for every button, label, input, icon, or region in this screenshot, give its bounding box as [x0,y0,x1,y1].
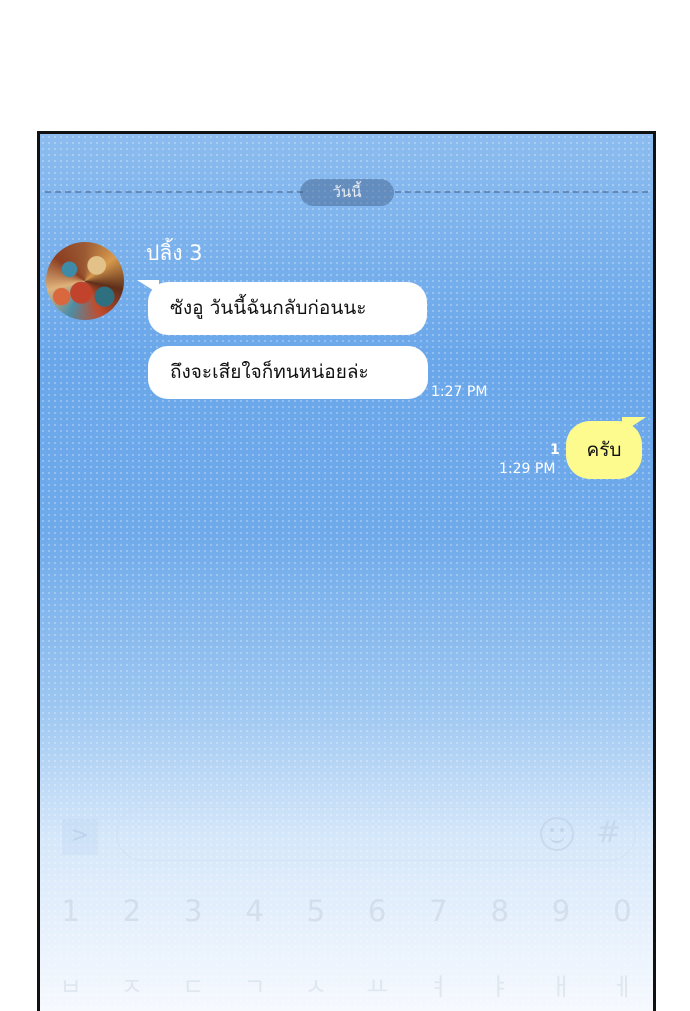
key-8[interactable]: 8 [469,894,530,928]
read-count: 1 [550,442,560,458]
key-9[interactable]: 9 [530,894,591,928]
key-char-6[interactable]: ㅛ [346,967,407,1002]
key-char-7[interactable]: ㅕ [408,967,469,1002]
date-divider-line-left [45,191,303,193]
key-char-8[interactable]: ㅑ [469,967,530,1002]
key-char-2[interactable]: ㅈ [101,967,162,1002]
key-3[interactable]: 3 [163,894,224,928]
key-char-5[interactable]: ㅅ [285,967,346,1002]
keyboard-number-row: 1 2 3 4 5 6 7 8 9 0 [40,894,653,928]
key-char-10[interactable]: ㅔ [592,967,653,1002]
key-0[interactable]: 0 [592,894,653,928]
key-7[interactable]: 7 [408,894,469,928]
chat-screen: วันนี้ ปลิ้ง 3 ซังอู วันนี้ฉันกลับก่อนนะ… [37,131,656,1011]
emoji-icon[interactable] [540,817,574,851]
key-4[interactable]: 4 [224,894,285,928]
outgoing-message[interactable]: ครับ [566,421,642,479]
key-char-9[interactable]: ㅐ [530,967,591,1002]
incoming-timestamp: 1:27 PM [431,384,488,400]
message-input-bar: > # [40,799,653,869]
hashtag-icon[interactable]: # [596,813,621,853]
keyboard-letter-row: ㅂ ㅈ ㄷ ㄱ ㅅ ㅛ ㅕ ㅑ ㅐ ㅔ [40,967,653,1002]
key-char-1[interactable]: ㅂ [40,967,101,1002]
send-icon[interactable]: > [62,819,98,855]
date-divider-label: วันนี้ [300,179,394,206]
incoming-message-2[interactable]: ถึงจะเสียใจก็ทนหน่อยล่ะ [148,346,428,399]
key-1[interactable]: 1 [40,894,101,928]
incoming-message-1[interactable]: ซังอู วันนี้ฉันกลับก่อนนะ [148,282,427,335]
dot-pattern [40,134,653,1011]
key-2[interactable]: 2 [101,894,162,928]
sender-avatar[interactable] [46,242,124,320]
date-divider-line-right [395,191,648,193]
outgoing-timestamp: 1:29 PM [499,461,556,477]
sender-name: ปลิ้ง 3 [146,241,203,265]
key-6[interactable]: 6 [346,894,407,928]
key-char-3[interactable]: ㄷ [163,967,224,1002]
key-5[interactable]: 5 [285,894,346,928]
key-char-4[interactable]: ㄱ [224,967,285,1002]
